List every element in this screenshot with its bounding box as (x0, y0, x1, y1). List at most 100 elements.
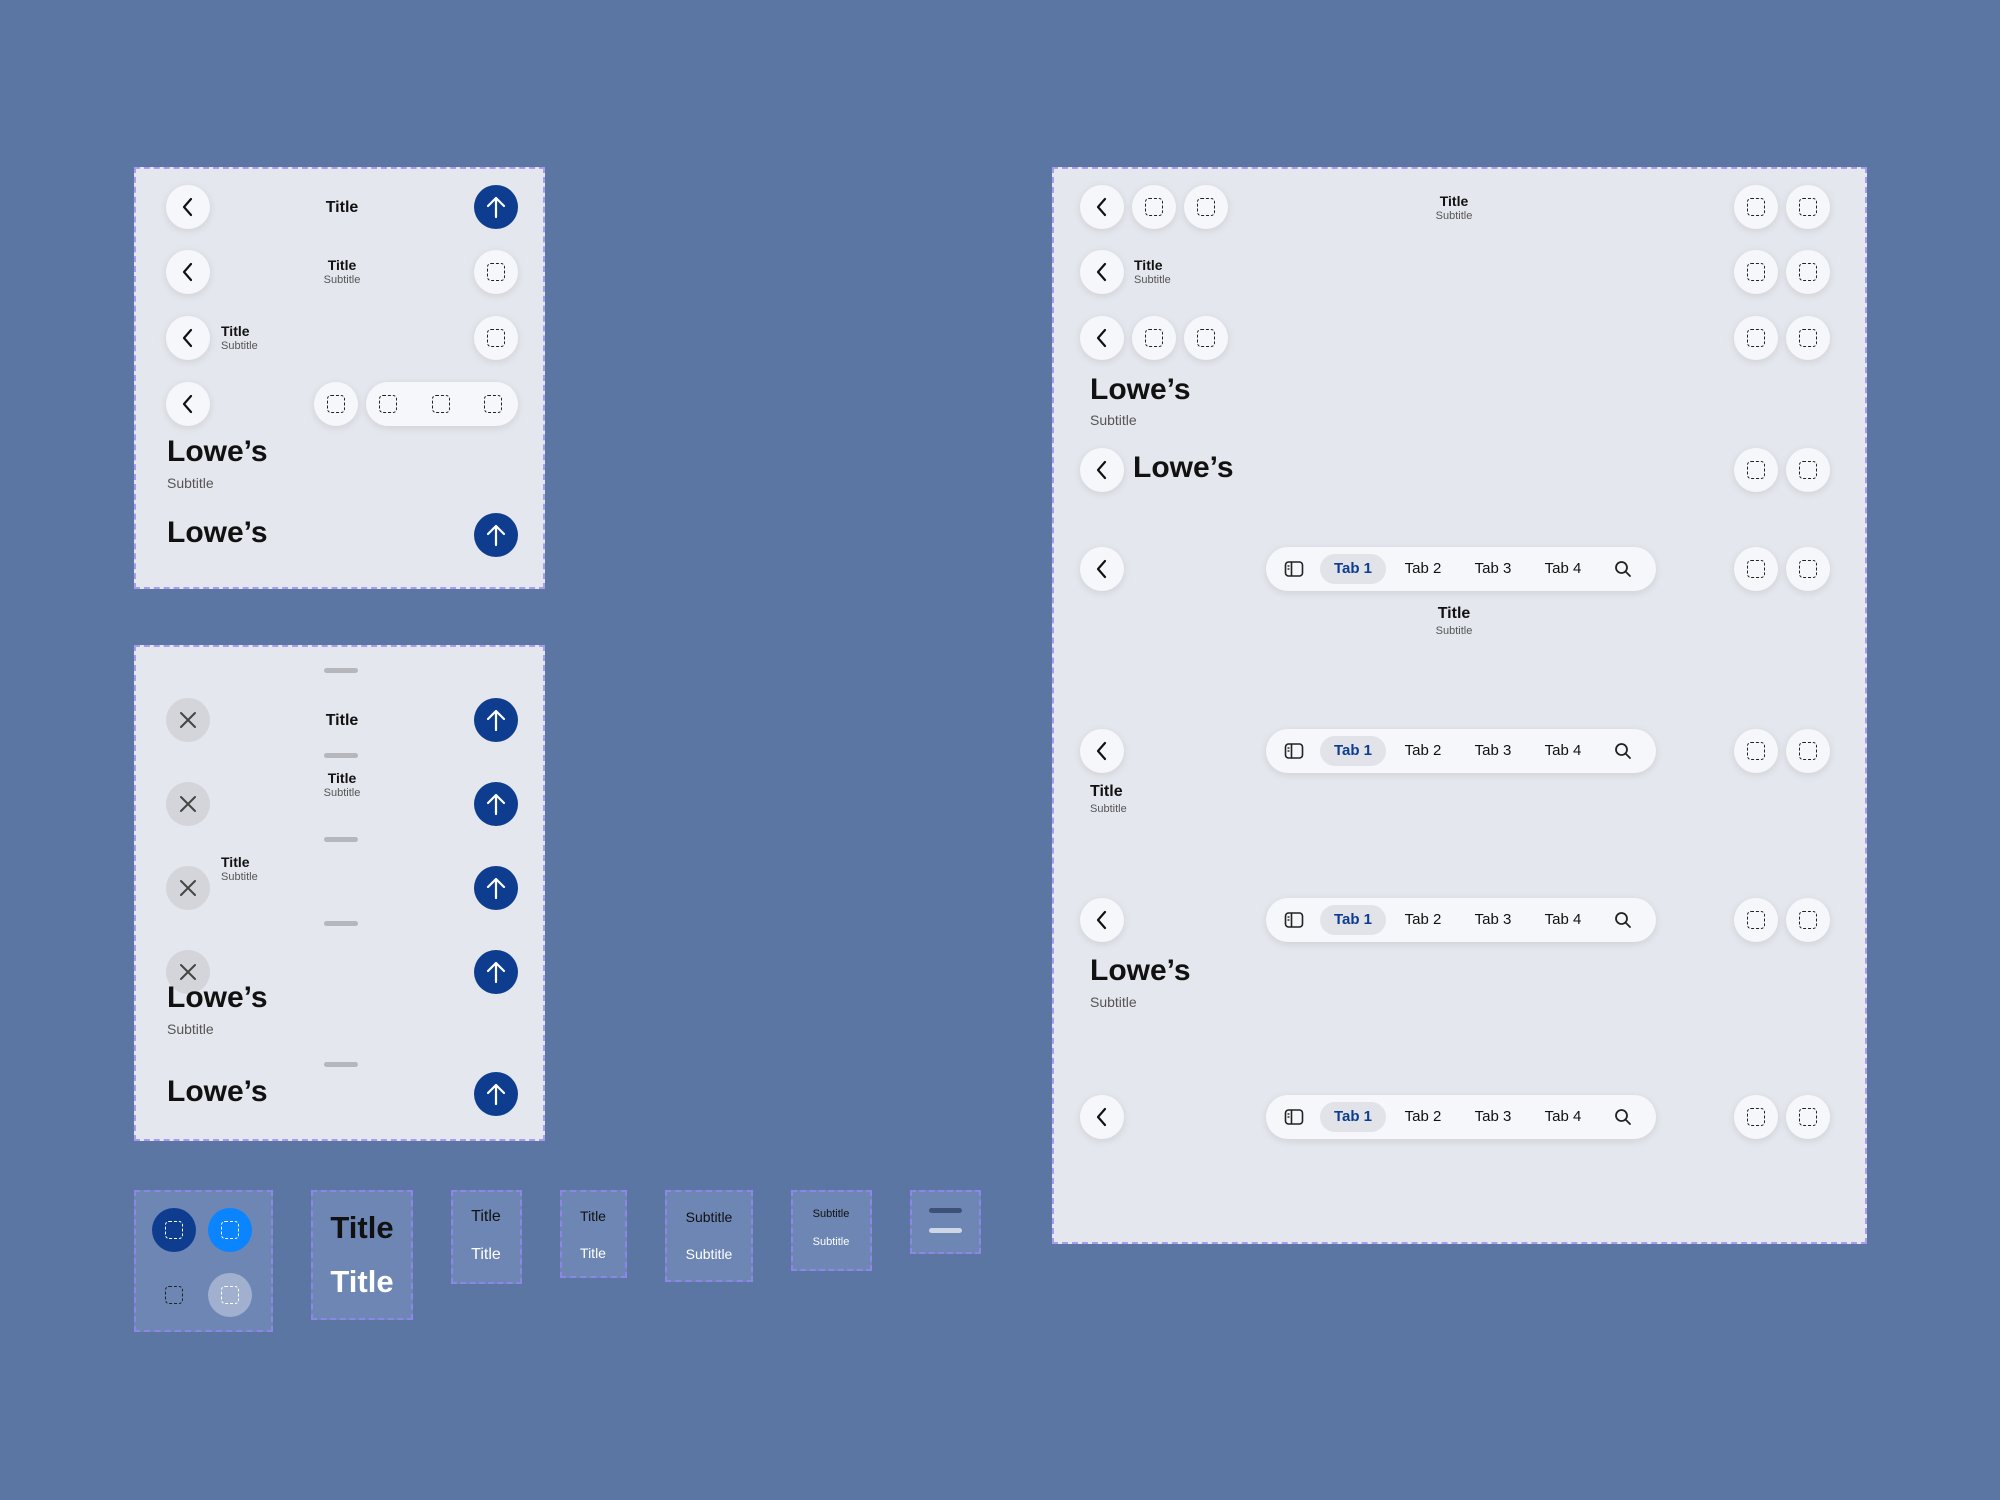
close-icon (180, 796, 196, 812)
back-button[interactable] (1080, 1095, 1124, 1139)
chevron-left-icon (182, 328, 193, 348)
primary-button[interactable] (152, 1208, 196, 1252)
action-button[interactable] (474, 316, 518, 360)
action-button[interactable] (1132, 316, 1176, 360)
back-button[interactable] (1080, 250, 1124, 294)
tab-2[interactable]: Tab 2 (1390, 1102, 1456, 1132)
tab-3[interactable]: Tab 3 (1460, 554, 1526, 584)
action-button[interactable] (1786, 1095, 1830, 1139)
sidebar-icon[interactable] (1284, 1108, 1304, 1126)
large-subtitle: Subtitle (167, 475, 214, 491)
search-icon[interactable] (1614, 1108, 1632, 1126)
send-button[interactable] (474, 513, 518, 557)
send-button[interactable] (474, 1072, 518, 1116)
large-subtitle: Subtitle (1090, 412, 1137, 428)
nav-subtitle: Subtitle (1090, 803, 1127, 815)
action-button[interactable] (1786, 448, 1830, 492)
dashed-square-icon[interactable] (379, 395, 397, 413)
grabber[interactable] (324, 921, 358, 926)
action-button[interactable] (1734, 547, 1778, 591)
large-title: Lowe’s (1090, 954, 1191, 987)
action-button[interactable] (474, 250, 518, 294)
action-button[interactable] (1184, 316, 1228, 360)
send-button[interactable] (474, 950, 518, 994)
button-style-swatch (134, 1190, 273, 1332)
back-button[interactable] (1080, 729, 1124, 773)
grabber[interactable] (324, 1062, 358, 1067)
large-title-dark: Title (330, 1210, 394, 1245)
tab-1[interactable]: Tab 1 (1320, 554, 1386, 584)
sidebar-icon[interactable] (1284, 560, 1304, 578)
search-icon[interactable] (1614, 560, 1632, 578)
dashed-square-icon (1747, 461, 1765, 479)
send-button[interactable] (474, 866, 518, 910)
grabber[interactable] (324, 837, 358, 842)
action-button[interactable] (1734, 729, 1778, 773)
tab-bar: Tab 1 Tab 2 Tab 3 Tab 4 (1266, 547, 1656, 591)
action-button[interactable] (1786, 316, 1830, 360)
action-button[interactable] (1734, 250, 1778, 294)
action-button[interactable] (1734, 448, 1778, 492)
tab-3[interactable]: Tab 3 (1460, 905, 1526, 935)
ipad-navbar-panel: Title Subtitle Title Subtitle Lowe’s Sub… (1052, 167, 1867, 1244)
action-button[interactable] (1734, 185, 1778, 229)
back-button[interactable] (166, 185, 210, 229)
tab-2[interactable]: Tab 2 (1390, 554, 1456, 584)
tab-2[interactable]: Tab 2 (1390, 905, 1456, 935)
back-button[interactable] (1080, 448, 1124, 492)
action-button[interactable] (1734, 1095, 1778, 1139)
send-button[interactable] (474, 698, 518, 742)
plain-button[interactable] (152, 1273, 196, 1317)
send-button[interactable] (474, 185, 518, 229)
send-button[interactable] (474, 782, 518, 826)
grabber[interactable] (324, 753, 358, 758)
close-button[interactable] (166, 782, 210, 826)
search-icon[interactable] (1614, 911, 1632, 929)
back-button[interactable] (166, 250, 210, 294)
action-button[interactable] (1786, 898, 1830, 942)
action-button[interactable] (1184, 185, 1228, 229)
action-button[interactable] (1734, 898, 1778, 942)
sheet-title: Title (327, 770, 357, 786)
back-button[interactable] (1080, 898, 1124, 942)
sidebar-icon[interactable] (1284, 911, 1304, 929)
action-button[interactable] (1786, 250, 1830, 294)
dashed-square-icon[interactable] (484, 395, 502, 413)
close-button[interactable] (166, 698, 210, 742)
action-button[interactable] (1786, 547, 1830, 591)
grabber[interactable] (324, 668, 358, 673)
tab-4[interactable]: Tab 4 (1530, 1102, 1596, 1132)
tab-1[interactable]: Tab 1 (1320, 736, 1386, 766)
sidebar-icon[interactable] (1284, 742, 1304, 760)
back-button[interactable] (1080, 316, 1124, 360)
tab-4[interactable]: Tab 4 (1530, 905, 1596, 935)
back-button[interactable] (166, 316, 210, 360)
tab-4[interactable]: Tab 4 (1530, 554, 1596, 584)
translucent-button[interactable] (208, 1273, 252, 1317)
dashed-square-icon (1747, 329, 1765, 347)
dashed-square-icon (1145, 198, 1163, 216)
nav-title: Title (221, 323, 250, 339)
action-button[interactable] (1786, 729, 1830, 773)
back-button[interactable] (1080, 547, 1124, 591)
action-button[interactable] (1786, 185, 1830, 229)
back-button[interactable] (166, 382, 210, 426)
back-button[interactable] (1080, 185, 1124, 229)
tab-1[interactable]: Tab 1 (1320, 1102, 1386, 1132)
search-icon[interactable] (1614, 742, 1632, 760)
dashed-square-icon (221, 1286, 239, 1304)
dashed-square-icon[interactable] (432, 395, 450, 413)
action-button[interactable] (314, 382, 358, 426)
subtitle-swatch-b: Subtitle Subtitle (791, 1190, 872, 1271)
accent-button[interactable] (208, 1208, 252, 1252)
tab-4[interactable]: Tab 4 (1530, 736, 1596, 766)
tab-1[interactable]: Tab 1 (1320, 905, 1386, 935)
tab-3[interactable]: Tab 3 (1460, 736, 1526, 766)
action-button[interactable] (1132, 185, 1176, 229)
tab-3[interactable]: Tab 3 (1460, 1102, 1526, 1132)
close-button[interactable] (166, 866, 210, 910)
chevron-left-icon (1096, 741, 1107, 761)
tab-2[interactable]: Tab 2 (1390, 736, 1456, 766)
action-button[interactable] (1734, 316, 1778, 360)
chevron-left-icon (1096, 328, 1107, 348)
